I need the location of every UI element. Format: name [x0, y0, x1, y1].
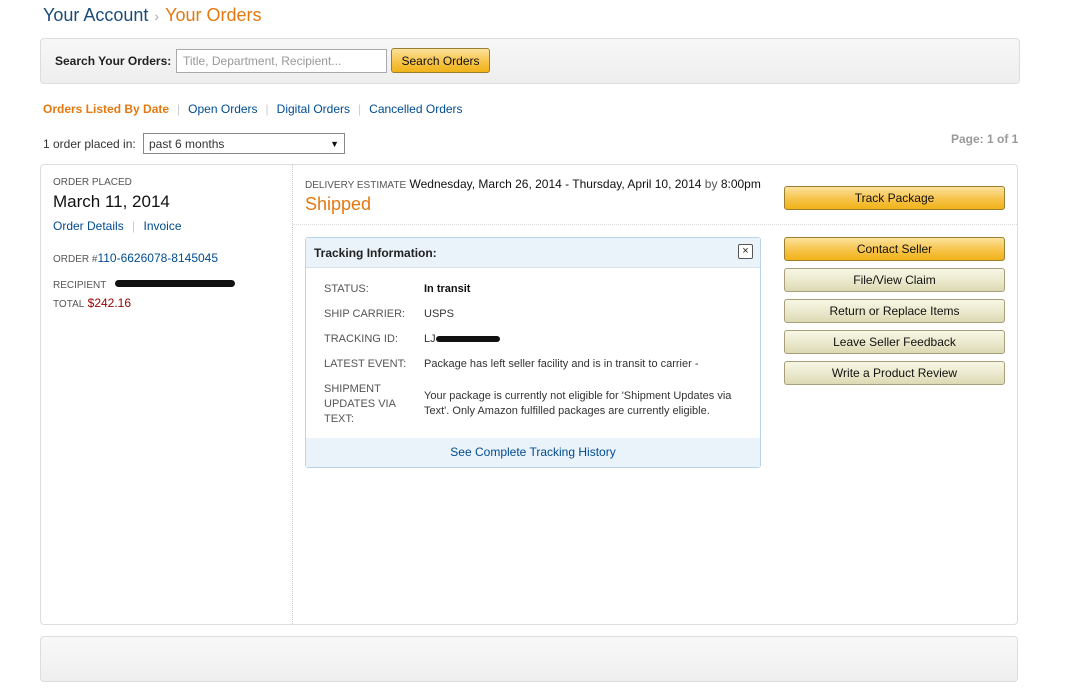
time-period-value: past 6 months [149, 136, 225, 151]
breadcrumb: Your Account › Your Orders [43, 5, 261, 26]
order-card: ORDER PLACED March 11, 2014 Order Detail… [40, 164, 1018, 625]
status-value: In transit [424, 283, 471, 295]
leave-seller-feedback-button[interactable]: Leave Seller Feedback [784, 330, 1005, 354]
redacted-tracking-id [435, 336, 500, 343]
text-updates-value: Your package is currently not eligible f… [424, 390, 732, 417]
recipient-label: RECIPIENT [53, 280, 107, 291]
recipient-row: RECIPIENT [53, 275, 235, 293]
tracking-info-panel: Tracking Information: × STATUS: In trans… [305, 237, 761, 468]
tab-orders-by-date[interactable]: Orders Listed By Date [43, 102, 169, 116]
delivery-by: by [704, 177, 718, 191]
tab-divider: | [265, 102, 269, 116]
tab-open-orders[interactable]: Open Orders [188, 102, 257, 116]
latest-event-label: LATEST EVENT: [324, 358, 407, 370]
tracking-footer: See Complete Tracking History [306, 438, 760, 467]
order-placed-date: March 11, 2014 [53, 192, 170, 211]
dropdown-arrow-icon: ▼ [330, 138, 339, 149]
total-label: TOTAL [53, 299, 85, 310]
see-tracking-history-link[interactable]: See Complete Tracking History [450, 445, 615, 459]
tab-digital-orders[interactable]: Digital Orders [277, 102, 350, 116]
search-label: Search Your Orders: [55, 54, 172, 68]
order-details-link[interactable]: Order Details [53, 219, 124, 233]
footer-panel [40, 636, 1018, 682]
search-orders-bar: Search Your Orders: Search Orders [40, 38, 1020, 84]
delivery-range: Wednesday, March 26, 2014 - Thursday, Ap… [409, 177, 702, 191]
status-label: STATUS: [324, 283, 369, 295]
text-updates-label: SHIPMENT UPDATES VIA TEXT: [324, 383, 396, 425]
order-number: ORDER #110-6626078-8145045 [53, 251, 218, 265]
tracking-id-label: TRACKING ID: [324, 333, 398, 345]
tab-divider: | [358, 102, 362, 116]
time-period-select[interactable]: past 6 months ▼ [143, 133, 345, 154]
order-number-label: ORDER # [53, 254, 98, 265]
order-number-link[interactable]: 110-6626078-8145045 [97, 251, 218, 265]
close-icon[interactable]: × [738, 244, 753, 259]
write-product-review-button[interactable]: Write a Product Review [784, 361, 1005, 385]
order-total: TOTAL $242.16 [53, 296, 131, 310]
file-view-claim-button[interactable]: File/View Claim [784, 268, 1005, 292]
breadcrumb-your-account[interactable]: Your Account [43, 5, 148, 26]
order-summary: ORDER PLACED March 11, 2014 Order Detail… [41, 165, 293, 624]
delivery-estimate-label: DELIVERY ESTIMATE [305, 180, 407, 191]
carrier-value: USPS [424, 308, 454, 320]
redacted-recipient [114, 280, 235, 288]
link-divider: | [132, 219, 136, 233]
tab-divider: | [177, 102, 181, 116]
search-input[interactable] [176, 49, 387, 73]
delivery-time: 8:00pm [720, 177, 761, 191]
return-replace-button[interactable]: Return or Replace Items [784, 299, 1005, 323]
divider [293, 224, 1017, 225]
tab-cancelled-orders[interactable]: Cancelled Orders [369, 102, 462, 116]
total-value: $242.16 [87, 296, 132, 310]
tracking-header: Tracking Information: × [306, 238, 760, 268]
page-indicator: Page: 1 of 1 [951, 132, 1019, 146]
latest-event-value: Package has left seller facility and is … [424, 358, 699, 370]
breadcrumb-separator: › [154, 7, 160, 24]
track-package-button[interactable]: Track Package [784, 186, 1005, 210]
carrier-label: SHIP CARRIER: [324, 308, 406, 320]
tracking-id-prefix: LJ [424, 333, 436, 345]
search-orders-button[interactable]: Search Orders [391, 48, 490, 73]
order-count-text: 1 order placed in: [43, 137, 136, 151]
tracking-title: Tracking Information: [314, 246, 437, 260]
invoice-link[interactable]: Invoice [144, 219, 182, 233]
tracking-id-value: LJ [424, 333, 500, 345]
delivery-estimate: DELIVERY ESTIMATE Wednesday, March 26, 2… [305, 177, 761, 191]
contact-seller-button[interactable]: Contact Seller [784, 237, 1005, 261]
shipment-status: Shipped [305, 194, 372, 214]
order-filter-tabs: Orders Listed By Date | Open Orders | Di… [43, 102, 463, 116]
page-title: Your Orders [165, 5, 262, 25]
order-placed-label: ORDER PLACED [53, 177, 132, 188]
